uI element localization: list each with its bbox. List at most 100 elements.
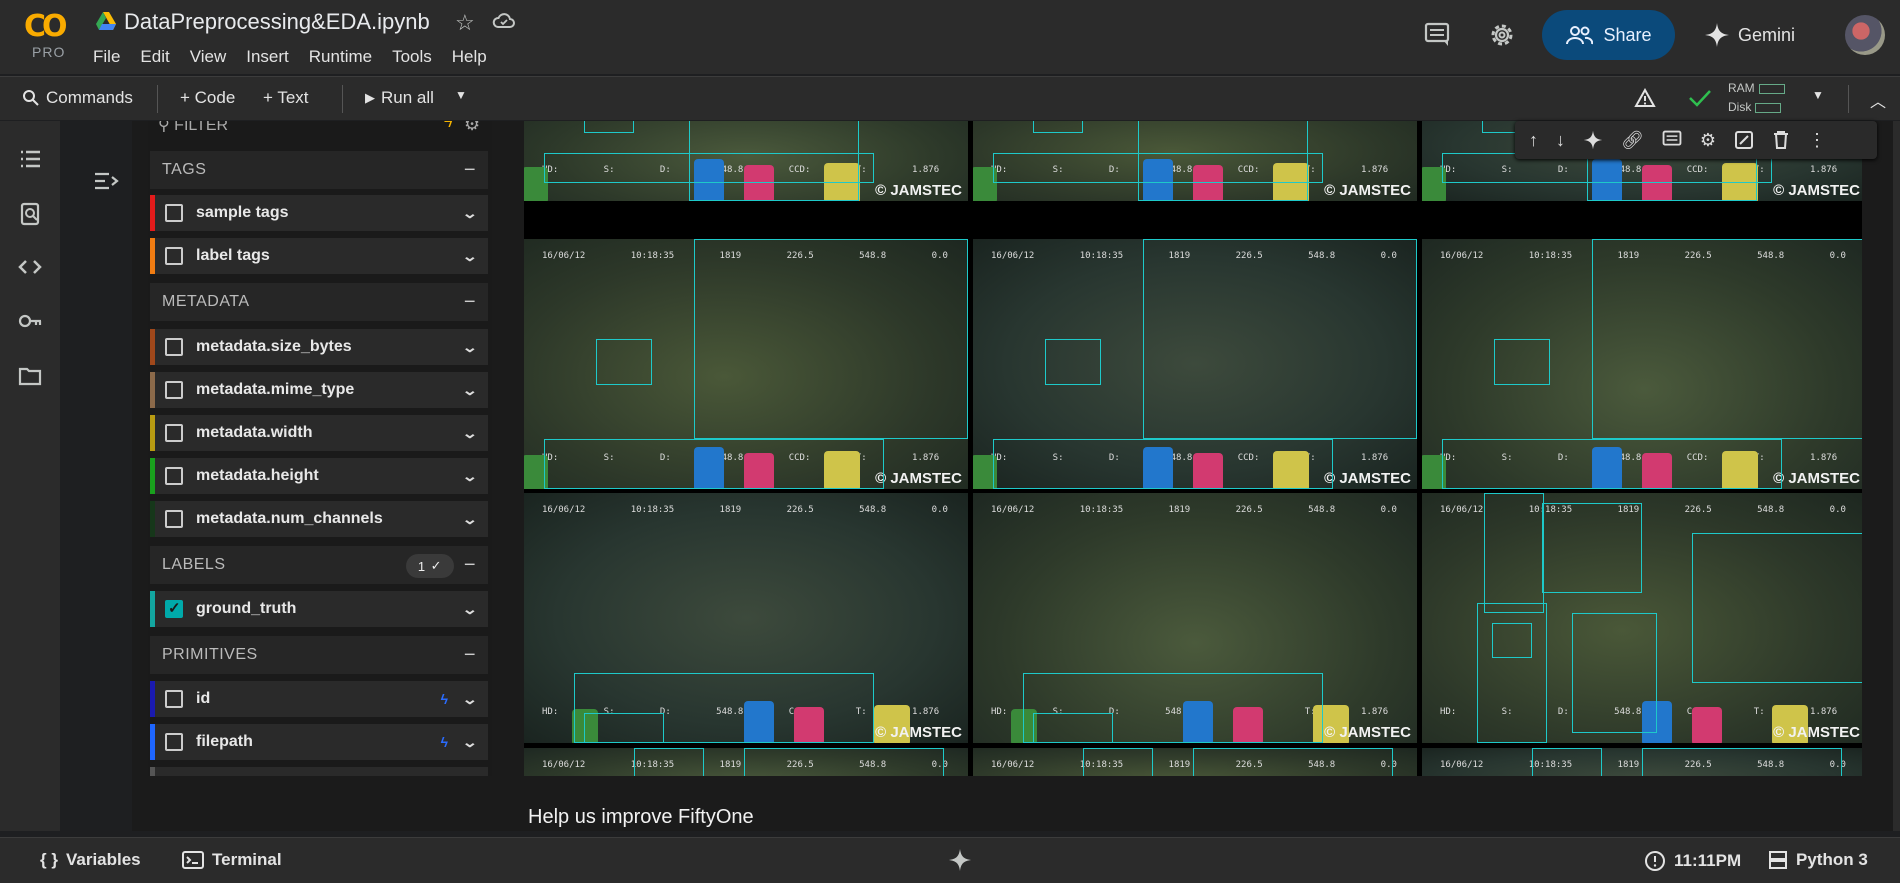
table-of-contents-icon[interactable] — [17, 146, 43, 172]
chevron-down-icon[interactable]: ⌄ — [462, 205, 478, 222]
find-replace-icon[interactable] — [17, 201, 43, 227]
resources-dropdown-icon[interactable]: ▼ — [1812, 88, 1824, 102]
sample-tile[interactable]: HD: S: D: 548.8 CCD: T: 1.876 © JAMSTEC — [524, 121, 968, 201]
tags-section-header[interactable]: TAGS − — [150, 151, 488, 189]
collapse-minus-icon[interactable]: − — [464, 644, 476, 667]
metadata-width-checkbox[interactable] — [165, 424, 183, 442]
scrollbar[interactable] — [1893, 121, 1900, 831]
colab-logo[interactable]: CO PRO — [20, 6, 76, 60]
add-code-button[interactable]: + Code — [180, 88, 235, 108]
mirror-cell-icon[interactable] — [1734, 130, 1754, 150]
collapse-minus-icon[interactable]: − — [464, 291, 476, 314]
sample-tile[interactable]: 16/06/12 10:18:35 1819 226.5 548.8 0.0 HD… — [1422, 493, 1862, 743]
collapse-minus-icon[interactable]: − — [464, 554, 476, 577]
notebook-title[interactable]: DataPreprocessing&EDA.ipynb — [124, 9, 430, 35]
add-text-button[interactable]: + Text — [263, 88, 309, 108]
sample-tile[interactable]: 16/06/12 10:18:35 1819 226.5 548.8 0.0 — [524, 748, 968, 776]
share-button[interactable]: Share — [1542, 10, 1675, 60]
chevron-down-icon[interactable]: ⌄ — [462, 601, 478, 618]
collapse-minus-icon[interactable]: − — [464, 159, 476, 182]
sample-tags-row[interactable]: sample tags ⌄ — [150, 195, 488, 231]
ground-truth-checkbox[interactable] — [165, 599, 183, 618]
gemini-button[interactable]: Gemini — [1704, 22, 1795, 48]
link-icon[interactable]: 🔗︎ — [1621, 130, 1644, 151]
id-checkbox[interactable] — [165, 690, 183, 708]
labels-section-header[interactable]: LABELS 1 ✓ − — [150, 546, 488, 584]
code-snippets-icon[interactable] — [17, 254, 43, 280]
chevron-down-icon[interactable]: ⌄ — [462, 511, 478, 528]
move-cell-up-icon[interactable]: ↑ — [1529, 130, 1538, 151]
collapse-chevron-up-icon[interactable]: ︿ — [1870, 88, 1886, 112]
metadata-height-checkbox[interactable] — [165, 467, 183, 485]
comment-icon[interactable] — [1424, 22, 1450, 48]
sample-tile[interactable]: 16/06/12 10:18:35 1819 226.5 548.8 0.0 HD… — [524, 493, 968, 743]
id-row[interactable]: id ϟ ⌄ — [150, 681, 488, 717]
settings-gear-icon[interactable] — [1488, 21, 1516, 49]
variables-button[interactable]: { } Variables — [40, 850, 141, 870]
terminal-button[interactable]: Terminal — [182, 850, 282, 870]
menu-help[interactable]: Help — [452, 47, 487, 67]
settings-gear-icon[interactable]: ⚙ — [464, 121, 480, 135]
runtime-indicator[interactable]: Python 3 — [1768, 850, 1868, 870]
label-tags-row[interactable]: label tags ⌄ — [150, 238, 488, 274]
menu-tools[interactable]: Tools — [392, 47, 432, 67]
menu-view[interactable]: View — [190, 47, 227, 67]
sample-tile[interactable]: 16/06/12 10:18:35 1819 226.5 548.8 0.0 HD… — [1422, 239, 1862, 489]
help-improve-text[interactable]: Help us improve FiftyOne — [528, 806, 754, 829]
filepath-row[interactable]: filepath ϟ ⌄ — [150, 724, 488, 760]
metadata-mime-type-checkbox[interactable] — [165, 381, 183, 399]
sample-tile[interactable]: 16/06/12 10:18:35 1819 226.5 548.8 0.0 HD… — [973, 493, 1417, 743]
metadata-mime-type-row[interactable]: metadata.mime_type ⌄ — [150, 372, 488, 408]
labels-count-badge[interactable]: 1 ✓ — [406, 554, 454, 578]
run-all-button[interactable]: ▶ Run all — [365, 88, 434, 108]
files-folder-icon[interactable] — [17, 363, 43, 389]
ram-disk-indicator[interactable]: RAM Disk — [1728, 79, 1785, 117]
chevron-down-icon[interactable]: ⌄ — [462, 425, 478, 442]
metadata-size-bytes-row[interactable]: metadata.size_bytes ⌄ — [150, 329, 488, 365]
sample-tile[interactable]: 16/06/12 10:18:35 1819 226.5 548.8 0.0 — [973, 748, 1417, 776]
warning-icon[interactable] — [1634, 88, 1656, 108]
metadata-section-header[interactable]: METADATA − — [150, 283, 488, 321]
metadata-width-row[interactable]: metadata.width ⌄ — [150, 415, 488, 451]
sample-tile[interactable]: 16/06/12 10:18:35 1819 226.5 548.8 0.0 HD… — [973, 239, 1417, 489]
menu-runtime[interactable]: Runtime — [309, 47, 372, 67]
sample-tile[interactable]: 16/06/12 10:18:35 1819 226.5 548.8 0.0 — [1422, 748, 1862, 776]
menu-edit[interactable]: Edit — [140, 47, 169, 67]
delete-trash-icon[interactable] — [1772, 130, 1790, 150]
execution-time-indicator[interactable]: 11:11PM — [1644, 850, 1741, 872]
ground-truth-row[interactable]: ground_truth ⌄ — [150, 591, 488, 627]
filepath-checkbox[interactable] — [165, 733, 183, 751]
lightning-icon[interactable]: ϟ — [441, 734, 448, 750]
chevron-down-icon[interactable]: ⌄ — [462, 691, 478, 708]
gemini-sparkle-icon[interactable] — [1583, 130, 1603, 150]
commands-button[interactable]: Commands — [22, 88, 133, 108]
user-avatar[interactable] — [1845, 15, 1885, 55]
metadata-size-bytes-checkbox[interactable] — [165, 338, 183, 356]
lightning-icon[interactable]: ϟ — [441, 691, 448, 707]
menu-insert[interactable]: Insert — [246, 47, 289, 67]
lightning-icon[interactable]: ϟ — [444, 121, 452, 132]
metadata-num-channels-checkbox[interactable] — [165, 510, 183, 528]
chevron-down-icon[interactable]: ⌄ — [462, 339, 478, 356]
metadata-height-row[interactable]: metadata.height ⌄ — [150, 458, 488, 494]
output-toggle-icon[interactable] — [93, 168, 121, 196]
sample-tile[interactable]: 16/06/12 10:18:35 1819 226.5 548.8 0.0 HD… — [524, 239, 968, 489]
sample-tile[interactable]: HD: S: D: 548.8 CCD: T: 1.876 © JAMSTEC — [973, 121, 1417, 201]
run-all-dropdown-icon[interactable]: ▼ — [455, 88, 467, 102]
chevron-down-icon[interactable]: ⌄ — [462, 468, 478, 485]
cloud-saved-icon[interactable] — [492, 10, 516, 32]
primitives-section-header[interactable]: PRIMITIVES − — [150, 636, 488, 674]
secrets-key-icon[interactable] — [17, 308, 43, 334]
chevron-down-icon[interactable]: ⌄ — [462, 248, 478, 265]
comment-icon[interactable] — [1662, 130, 1682, 150]
gemini-sparkle-icon[interactable] — [948, 848, 972, 872]
more-options-icon[interactable]: ⋮ — [1808, 130, 1826, 151]
metadata-num-channels-row[interactable]: metadata.num_channels ⌄ — [150, 501, 488, 537]
menu-file[interactable]: File — [93, 47, 120, 67]
sample-tags-checkbox[interactable] — [165, 204, 183, 222]
chevron-down-icon[interactable]: ⌄ — [462, 382, 478, 399]
settings-gear-icon[interactable]: ⚙ — [1700, 130, 1716, 151]
label-tags-checkbox[interactable] — [165, 247, 183, 265]
chevron-down-icon[interactable]: ⌄ — [462, 734, 478, 751]
star-icon[interactable]: ☆ — [455, 10, 475, 36]
